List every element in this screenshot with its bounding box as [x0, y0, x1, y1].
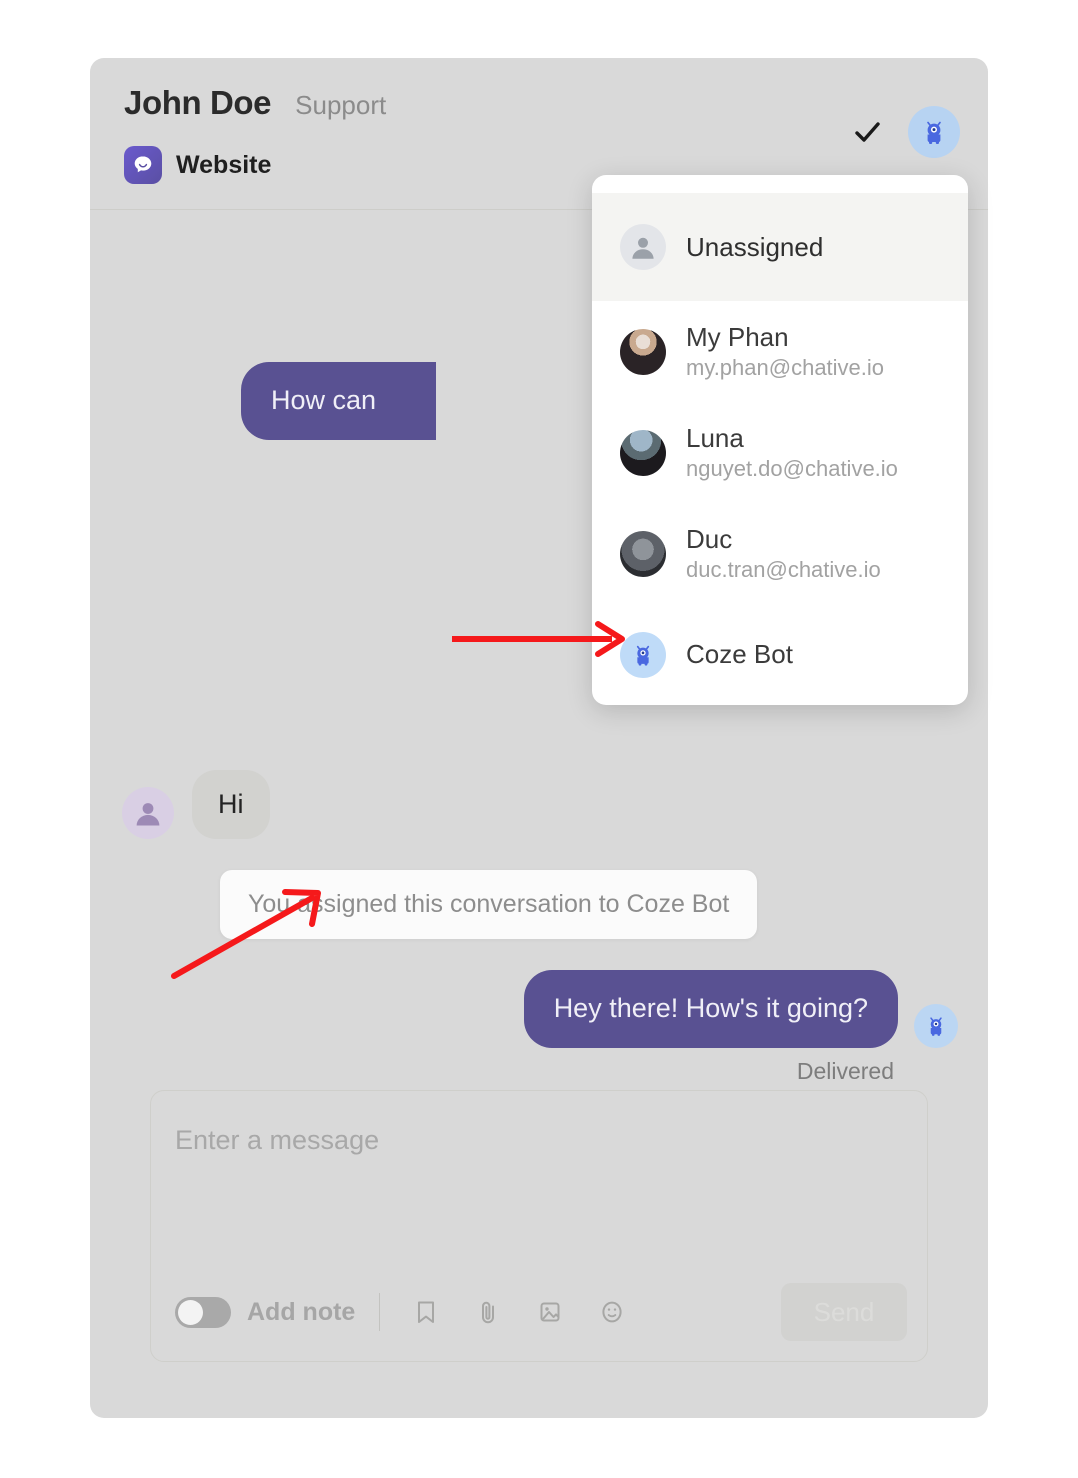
coze-bot-avatar-icon — [620, 631, 666, 678]
dropdown-item-unassigned[interactable]: Unassigned — [592, 193, 968, 301]
assignee-dropdown: Unassigned My Phan my.phan@chative.io Lu… — [592, 175, 968, 705]
assignment-system-note: You assigned this conversation to Coze B… — [220, 870, 758, 939]
attachment-icon[interactable] — [466, 1290, 510, 1334]
message-row-outgoing-1: How can — [240, 362, 436, 440]
check-icon[interactable] — [850, 115, 884, 149]
channel-row: Website — [124, 146, 271, 184]
dropdown-item-name: Coze Bot — [686, 639, 793, 669]
delivery-status: Delivered — [796, 1058, 894, 1084]
coze-bot-avatar-icon — [914, 1003, 958, 1048]
dropdown-item-email: duc.tran@chative.io — [686, 557, 881, 582]
dropdown-item-text: Luna nguyet.do@chative.io — [686, 423, 898, 482]
dropdown-item-name: Luna — [686, 423, 744, 453]
message-row-incoming: Hi — [122, 770, 270, 839]
avatar — [620, 328, 666, 375]
message-input-placeholder[interactable]: Enter a message — [175, 1125, 379, 1156]
saved-reply-icon[interactable] — [404, 1290, 448, 1334]
dropdown-item-email: nguyet.do@chative.io — [686, 456, 898, 481]
dropdown-item-coze-bot[interactable]: Coze Bot — [592, 604, 968, 705]
add-note-label: Add note — [247, 1297, 356, 1326]
dropdown-item-name: Duc — [686, 524, 733, 554]
message-row-outgoing-2: Hey there! How's it going? — [523, 970, 958, 1048]
dropdown-item-text: Unassigned — [686, 232, 823, 263]
avatar — [620, 530, 666, 577]
person-placeholder-icon — [620, 224, 666, 270]
add-note-toggle[interactable] — [175, 1296, 231, 1328]
dropdown-item-name: Unassigned — [686, 231, 824, 262]
message-composer: Enter a message Add note Send — [150, 1090, 928, 1362]
chat-bubble-icon — [124, 146, 162, 184]
emoji-icon[interactable] — [590, 1290, 634, 1334]
image-icon[interactable] — [528, 1290, 572, 1334]
dropdown-item-my-phan[interactable]: My Phan my.phan@chative.io — [592, 301, 968, 402]
avatar — [620, 429, 666, 476]
screenshot-root: John Doe Support Website How can Hi You … — [0, 0, 1078, 1478]
message-bubble: Hey there! How's it going? — [523, 970, 898, 1048]
assignee-avatar-button[interactable] — [908, 106, 960, 158]
dropdown-item-text: My Phan my.phan@chative.io — [686, 322, 884, 381]
toggle-knob — [178, 1299, 203, 1325]
dropdown-item-name: My Phan — [686, 322, 789, 352]
toolbar-divider — [379, 1293, 381, 1331]
message-bubble: Hi — [192, 770, 270, 839]
dropdown-item-duc[interactable]: Duc duc.tran@chative.io — [592, 503, 968, 604]
department-label: Support — [295, 90, 387, 120]
visitor-avatar-icon — [122, 787, 174, 839]
dropdown-item-email: my.phan@chative.io — [686, 355, 885, 380]
channel-label: Website — [176, 150, 272, 179]
dropdown-item-text: Coze Bot — [686, 639, 793, 670]
send-button[interactable]: Send — [781, 1283, 907, 1341]
dropdown-item-luna[interactable]: Luna nguyet.do@chative.io — [592, 402, 968, 503]
message-bubble: How can — [240, 362, 436, 440]
page-title: John Doe — [124, 84, 272, 121]
header-title-row: John Doe Support — [124, 84, 386, 122]
header-actions — [850, 106, 960, 158]
dropdown-item-text: Duc duc.tran@chative.io — [686, 524, 881, 583]
composer-toolbar: Add note Send — [175, 1283, 907, 1341]
